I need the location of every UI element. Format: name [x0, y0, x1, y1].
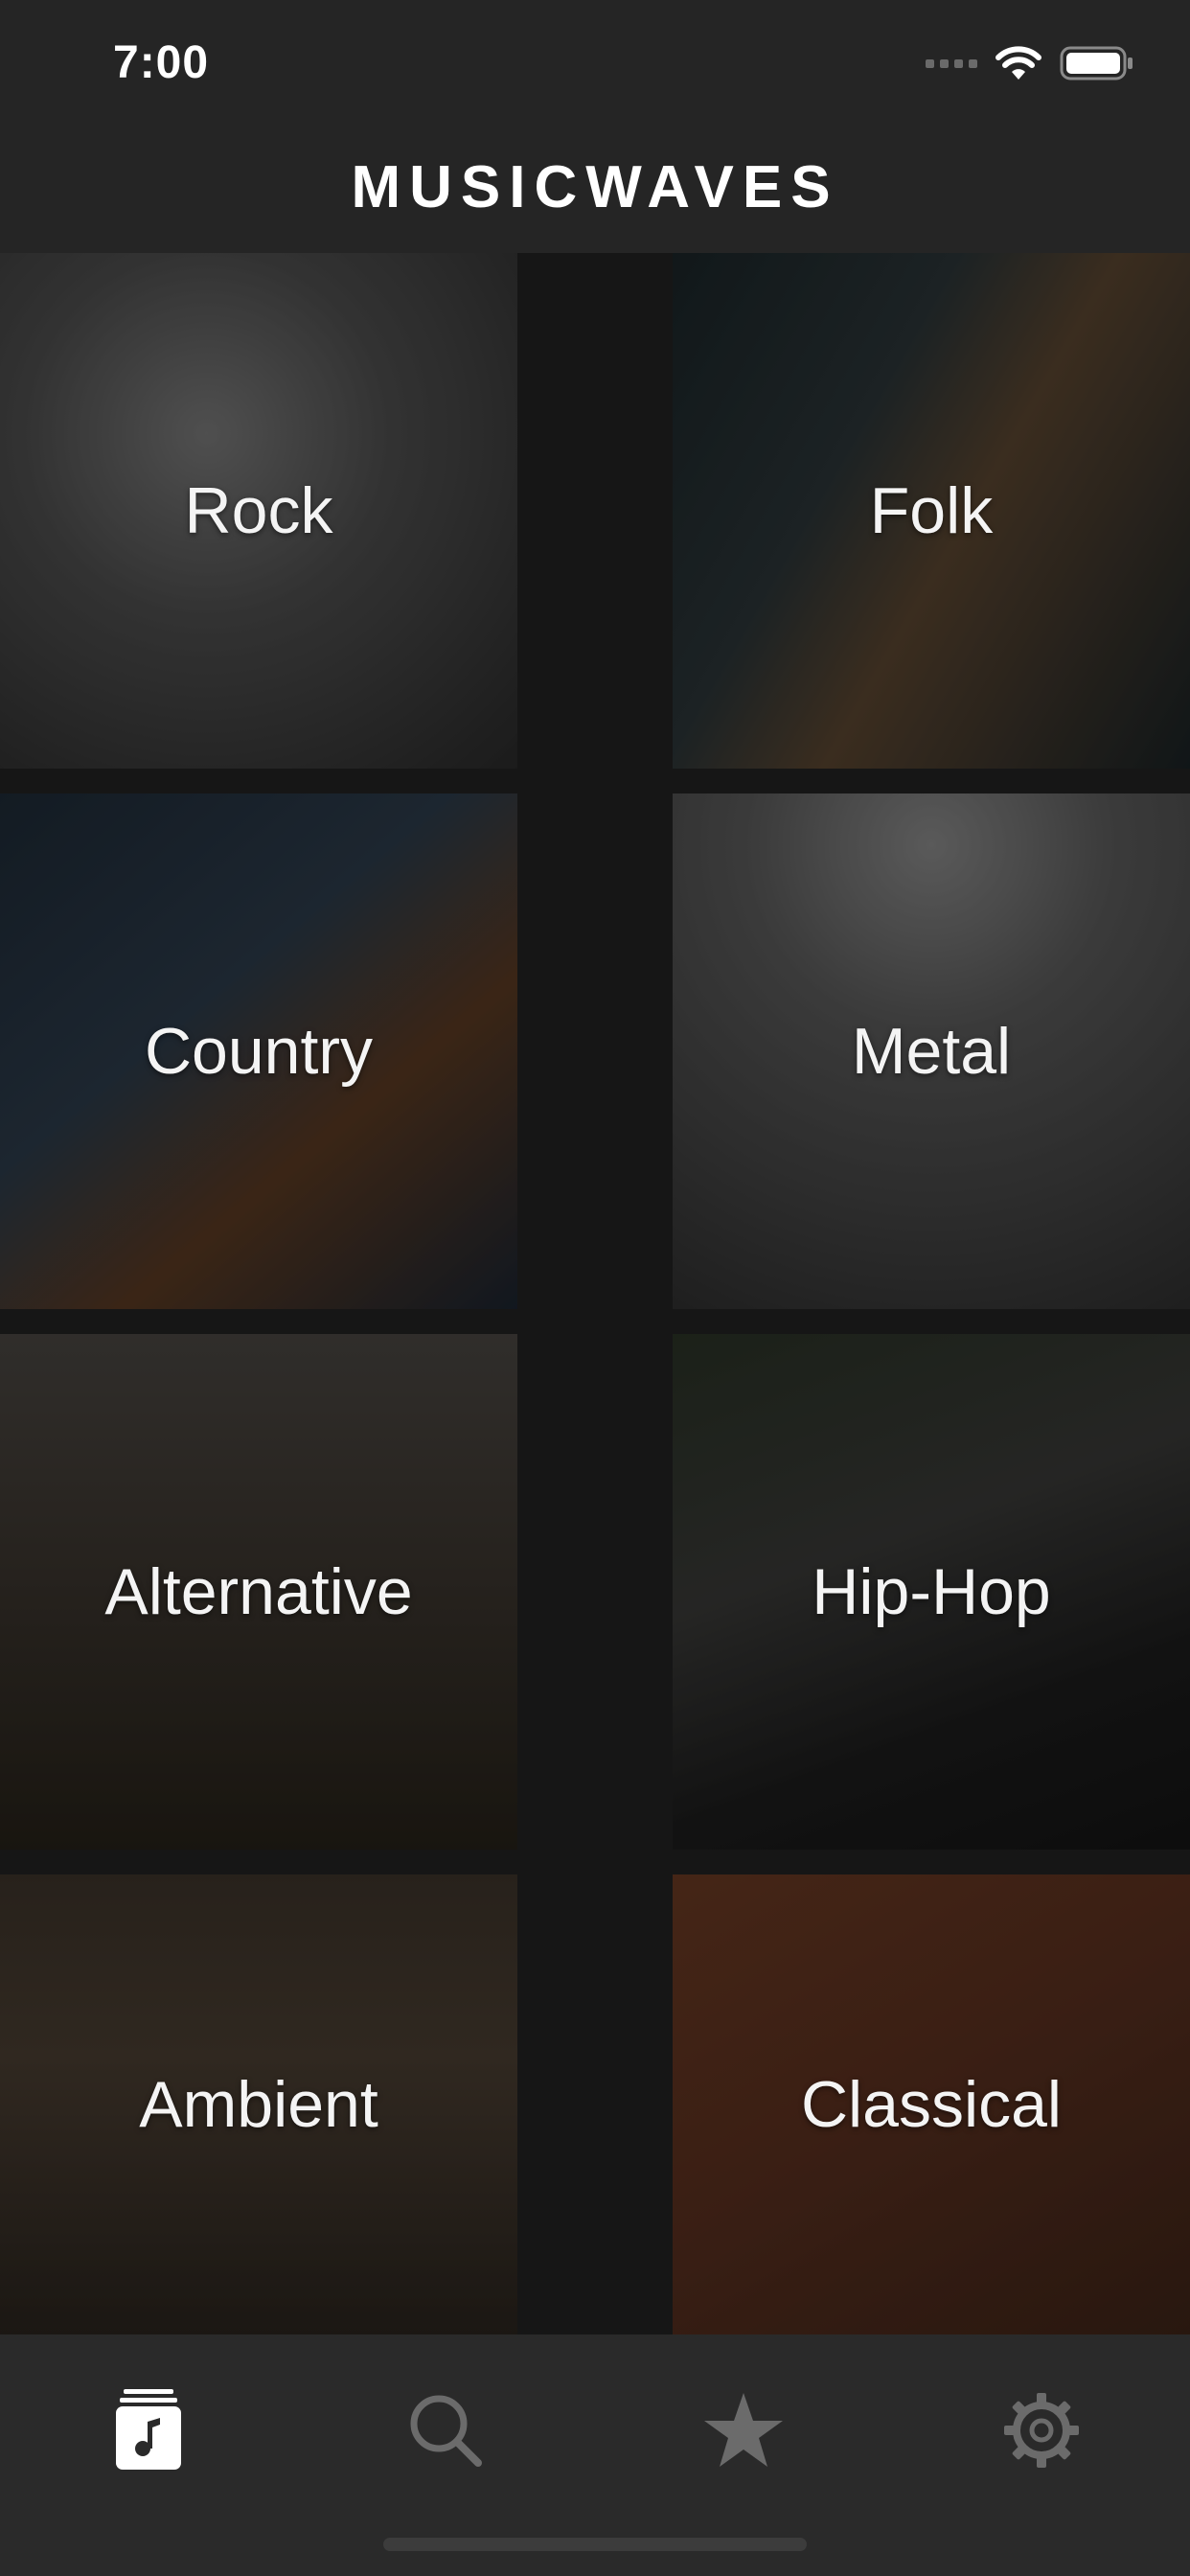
- status-time: 7:00: [113, 37, 210, 88]
- genre-tile-metal[interactable]: Metal: [673, 794, 1190, 1309]
- genre-tile-rock[interactable]: Rock: [0, 253, 517, 769]
- genre-tile-classical[interactable]: Classical: [673, 1874, 1190, 2334]
- genre-tile-alternative[interactable]: Alternative: [0, 1334, 517, 1850]
- home-indicator: [383, 2538, 807, 2551]
- genre-label: Folk: [869, 474, 994, 547]
- music-library-icon: [116, 2389, 181, 2470]
- tab-settings[interactable]: [984, 2382, 1099, 2478]
- genre-label: Classical: [800, 2068, 1063, 2141]
- status-indicators: [926, 44, 1134, 82]
- gear-icon: [1004, 2393, 1079, 2468]
- app-title: MUSICWAVES: [351, 154, 839, 220]
- star-icon: [704, 2393, 783, 2467]
- genre-grid: Rock Folk Country Metal Alternative Hip-…: [0, 253, 1190, 2334]
- genre-label: Metal: [851, 1015, 1012, 1088]
- tab-library[interactable]: [91, 2382, 206, 2478]
- tab-search[interactable]: [388, 2382, 503, 2478]
- genre-tile-folk[interactable]: Folk: [673, 253, 1190, 769]
- app-header: 7:00 MUSICWAVES: [0, 0, 1190, 253]
- battery-icon: [1060, 45, 1134, 81]
- genre-label: Rock: [184, 474, 333, 547]
- cellular-signal-icon: [926, 58, 977, 68]
- search-icon: [410, 2395, 482, 2467]
- genre-tile-hip-hop[interactable]: Hip-Hop: [673, 1334, 1190, 1850]
- tab-favorites[interactable]: [686, 2382, 801, 2478]
- genre-tile-country[interactable]: Country: [0, 794, 517, 1309]
- genre-label: Country: [144, 1015, 374, 1088]
- genre-label: Ambient: [139, 2068, 378, 2141]
- genre-label: Hip-Hop: [812, 1555, 1051, 1628]
- genre-label: Alternative: [104, 1555, 413, 1628]
- genre-tile-ambient[interactable]: Ambient: [0, 1874, 517, 2334]
- wifi-icon: [995, 45, 1042, 81]
